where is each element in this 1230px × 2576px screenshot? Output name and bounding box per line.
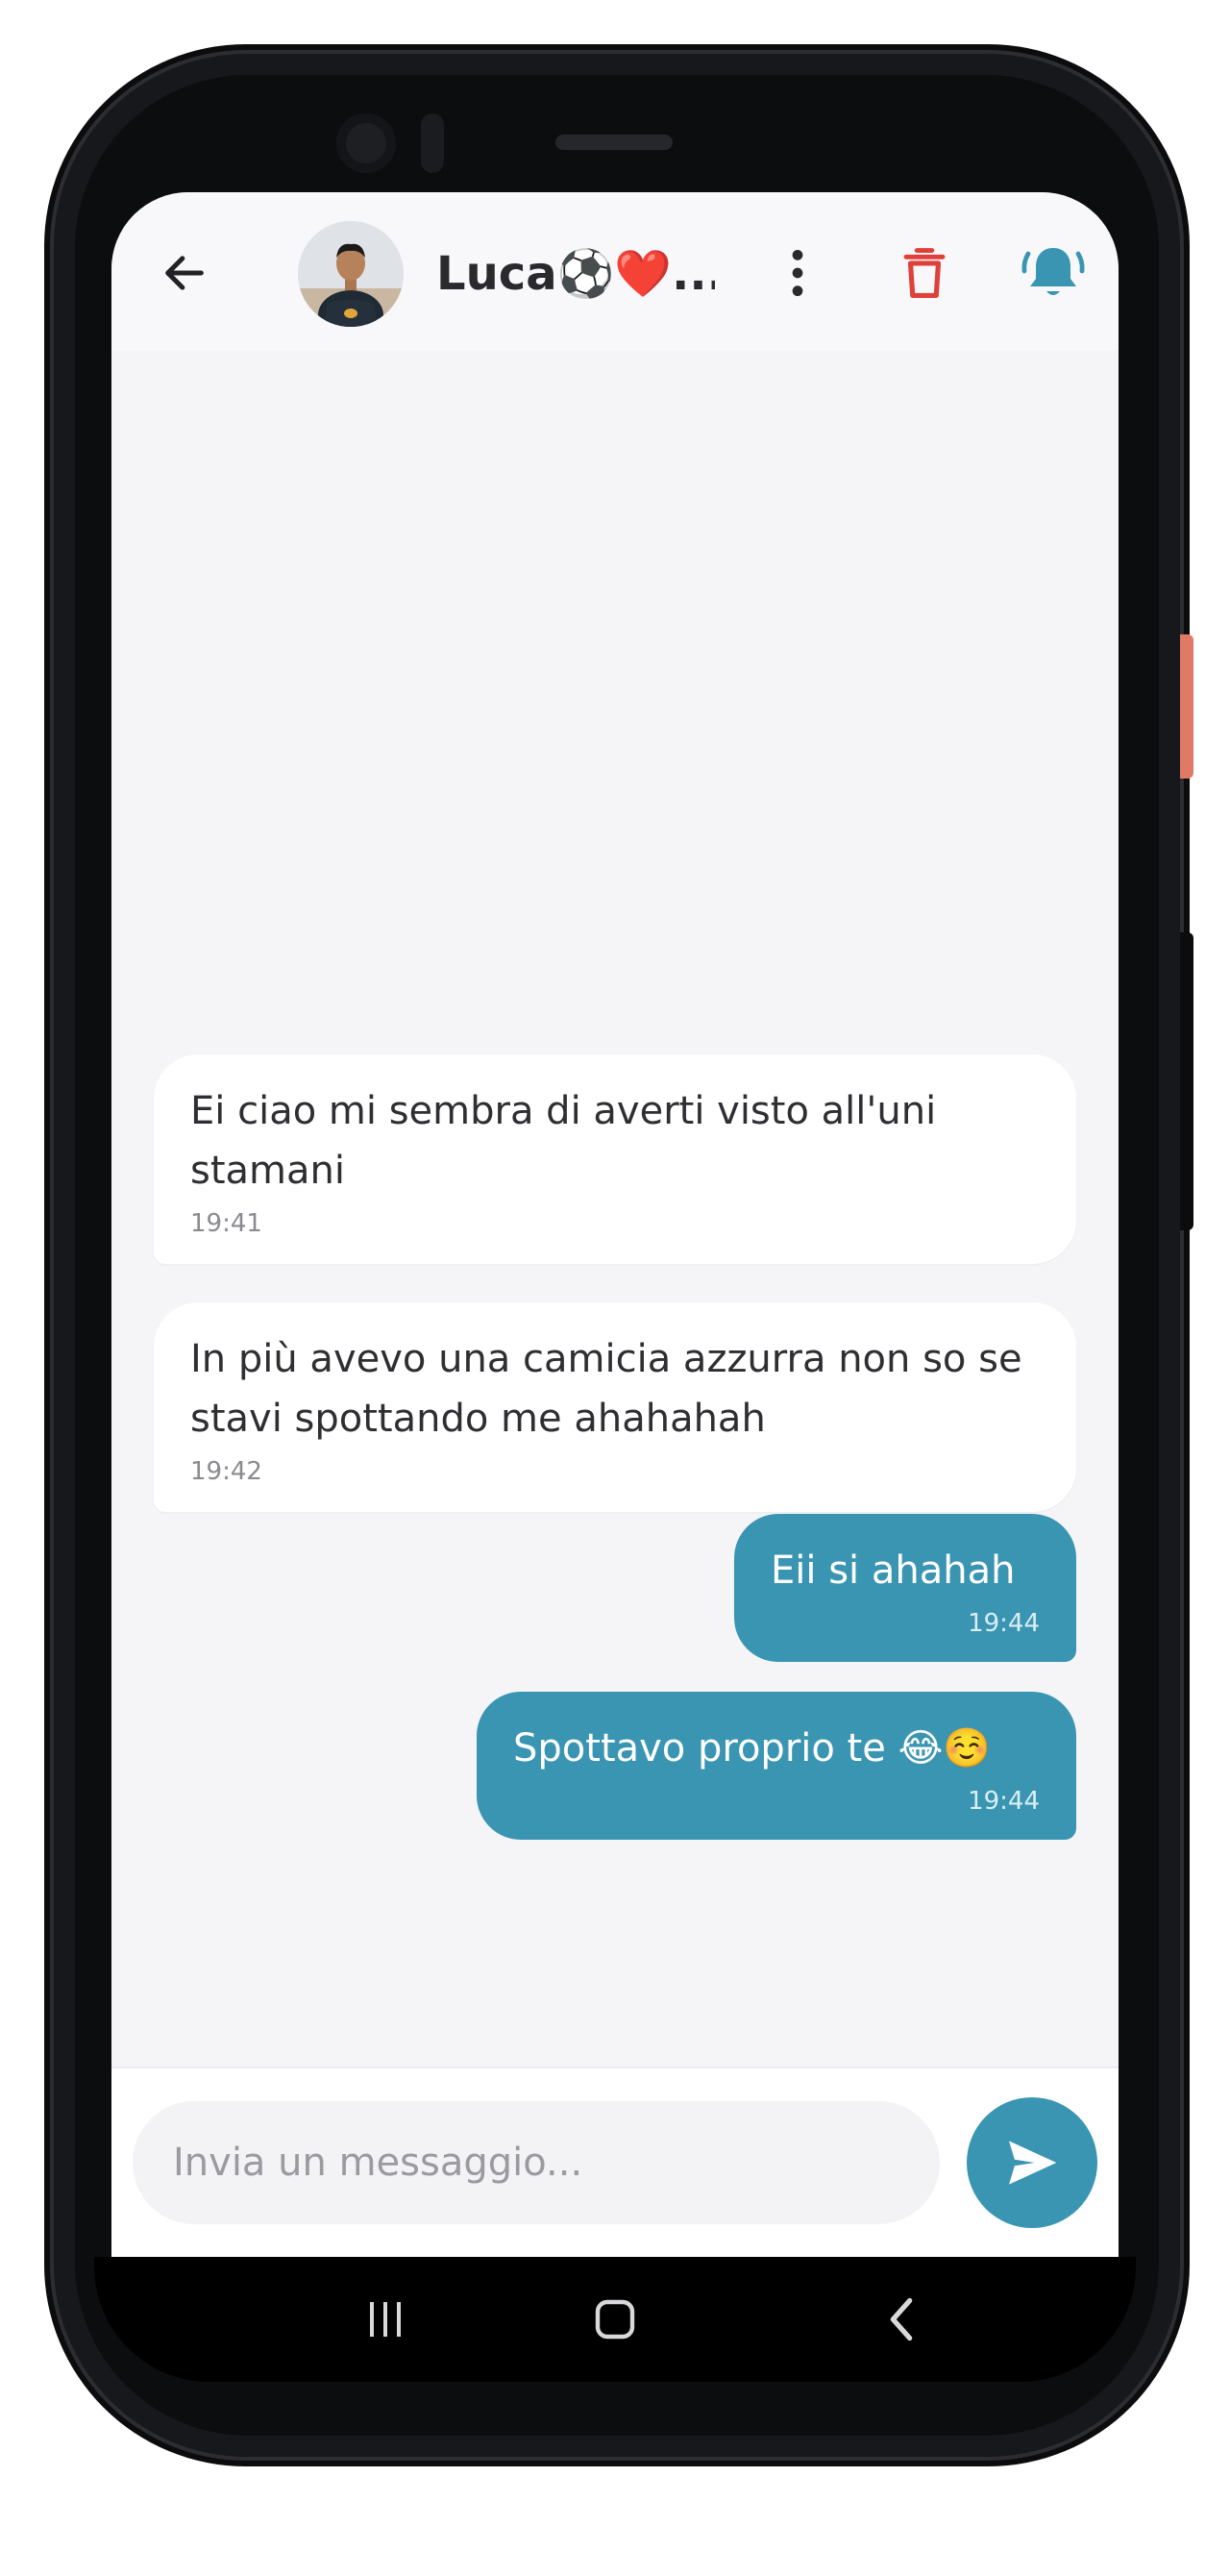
home-button[interactable] [577, 2286, 653, 2353]
back-button[interactable] [150, 238, 219, 308]
front-camera [336, 113, 396, 173]
arrow-left-icon [165, 256, 204, 290]
contact-name[interactable]: Luca⚽❤️... [436, 242, 715, 306]
system-navigation-bar [94, 2257, 1136, 2382]
message-list[interactable]: Ei ciao mi sembra di averti visto all'un… [111, 351, 1119, 2257]
notifications-button[interactable] [1015, 235, 1092, 311]
message-time: 19:42 [190, 1457, 262, 1486]
message-text: In più avevo una camicia azzurra non so … [190, 1337, 1022, 1441]
delete-chat-button[interactable] [890, 238, 959, 308]
message-text: Spottavo proprio te 😂☺️ [513, 1726, 992, 1771]
bell-ringing-icon [1021, 248, 1085, 295]
message-composer [111, 2067, 1119, 2257]
power-button [1180, 634, 1193, 779]
recent-apps-button[interactable] [347, 2286, 424, 2353]
message-time: 19:44 [968, 1609, 1040, 1638]
message-bubble-incoming[interactable]: In più avevo una camicia azzurra non so … [154, 1302, 1076, 1512]
recent-apps-icon [370, 2302, 401, 2337]
back-nav-icon [890, 2297, 913, 2341]
send-icon [1009, 2141, 1057, 2185]
avatar-image [298, 221, 404, 327]
back-nav-button[interactable] [863, 2286, 940, 2353]
message-bubble-incoming[interactable]: Ei ciao mi sembra di averti visto all'un… [154, 1054, 1076, 1264]
message-time: 19:44 [968, 1787, 1040, 1816]
app-screen: Luca⚽❤️... Ei ciao mi sembra di averti v… [111, 192, 1119, 2257]
device-stage: Luca⚽❤️... Ei ciao mi sembra di averti v… [0, 0, 1230, 2576]
volume-button [1180, 932, 1193, 1230]
contact-avatar[interactable] [298, 221, 404, 327]
trash-icon [903, 248, 946, 298]
home-icon [595, 2299, 635, 2340]
chat-header: Luca⚽❤️... [111, 192, 1119, 351]
message-text: Ei ciao mi sembra di averti visto all'un… [190, 1089, 937, 1193]
message-time: 19:41 [190, 1209, 262, 1238]
message-input[interactable] [133, 2101, 940, 2224]
message-bubble-outgoing[interactable]: Eii si ahahah 19:44 [734, 1514, 1076, 1662]
message-text: Eii si ahahah [771, 1548, 1016, 1593]
send-button[interactable] [967, 2097, 1097, 2228]
more-options-button[interactable] [763, 238, 832, 308]
earpiece-speaker [555, 135, 673, 150]
proximity-sensor [421, 113, 444, 173]
message-bubble-outgoing[interactable]: Spottavo proprio te 😂☺️ 19:44 [477, 1692, 1076, 1840]
more-vertical-icon [792, 249, 803, 297]
